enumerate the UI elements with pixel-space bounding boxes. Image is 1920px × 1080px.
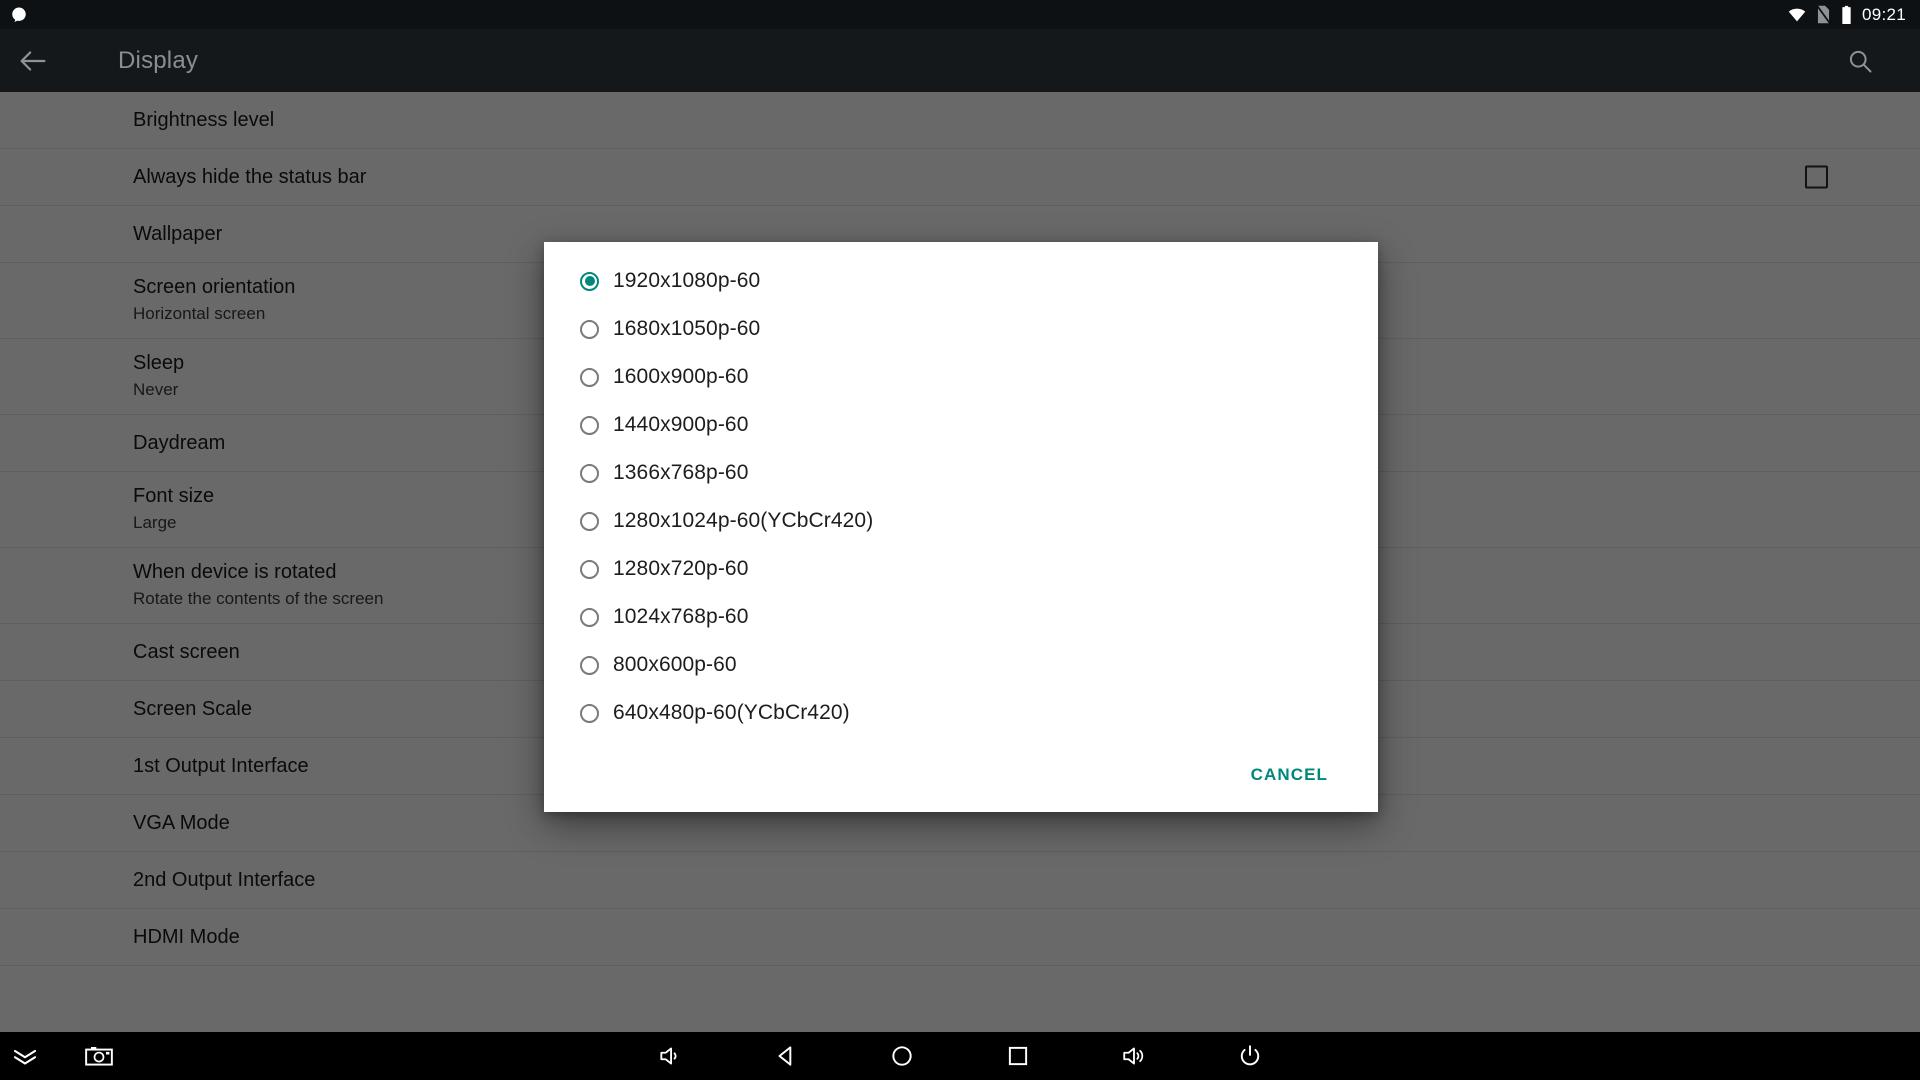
resolution-option[interactable]: 1440x900p-60 [544, 401, 1378, 449]
radio-button-icon[interactable] [580, 511, 599, 531]
action-bar: Display [0, 29, 1920, 92]
settings-row[interactable]: Brightness level [0, 92, 1920, 149]
resolution-option-label: 1440x900p-60 [613, 413, 749, 436]
android-display-settings-screen: 09:21 Display Brightness level Always hid… [0, 0, 1920, 1080]
settings-row-title: HDMI Mode [133, 925, 240, 948]
resolution-option-label: 1920x1080p-60 [613, 269, 761, 292]
resolution-option[interactable]: 1680x1050p-60 [544, 305, 1378, 353]
settings-row-title: 2nd Output Interface [133, 868, 316, 891]
power-icon[interactable] [1237, 1043, 1263, 1069]
navigation-bar [0, 1032, 1920, 1080]
radio-button-icon[interactable] [580, 271, 599, 291]
resolution-option-label: 1366x768p-60 [613, 461, 749, 484]
settings-row-checkbox[interactable] [1805, 165, 1828, 189]
back-arrow-icon[interactable] [16, 44, 50, 78]
settings-row-title: VGA Mode [133, 811, 230, 834]
resolution-option-list: 1920x1080p-60 1680x1050p-60 1600x900p-60 14… [544, 242, 1378, 738]
resolution-picker-dialog: 1920x1080p-60 1680x1050p-60 1600x900p-60 14… [544, 242, 1378, 812]
resolution-option-label: 1280x1024p-60(YCbCr420) [613, 509, 874, 532]
resolution-option[interactable]: 640x480p-60(YCbCr420) [544, 689, 1378, 737]
status-bar-clock: 09:21 [1861, 4, 1906, 24]
notification-blob-icon [12, 7, 26, 22]
page-title: Display [118, 46, 199, 74]
resolution-option-label: 640x480p-60(YCbCr420) [613, 701, 850, 724]
nav-left-group [0, 1041, 114, 1071]
radio-button-icon[interactable] [580, 415, 599, 435]
screenshot-camera-icon[interactable] [84, 1041, 114, 1071]
status-bar-system-icons: 09:21 [1787, 5, 1906, 25]
resolution-option-label: 1600x900p-60 [613, 365, 749, 388]
resolution-option[interactable]: 1366x768p-60 [544, 449, 1378, 497]
resolution-option-label: 800x600p-60 [613, 653, 737, 676]
resolution-option[interactable]: 1280x1024p-60(YCbCr420) [544, 497, 1378, 545]
resolution-option-label: 1280x720p-60 [613, 557, 749, 580]
radio-button-icon[interactable] [580, 655, 599, 675]
home-icon[interactable] [889, 1043, 915, 1069]
sim-card-off-icon [1816, 5, 1831, 24]
radio-button-icon[interactable] [580, 367, 599, 387]
resolution-option[interactable]: 1600x900p-60 [544, 353, 1378, 401]
status-bar-notifications [10, 6, 28, 24]
radio-button-icon[interactable] [580, 463, 599, 483]
cancel-button[interactable]: CANCEL [1243, 755, 1336, 795]
settings-row-title: Brightness level [133, 108, 275, 131]
recents-icon[interactable] [1005, 1043, 1031, 1069]
notification-pulldown-icon[interactable] [10, 1041, 40, 1071]
settings-row[interactable]: HDMI Mode [0, 909, 1920, 966]
resolution-option-label: 1680x1050p-60 [613, 317, 761, 340]
nav-center-group [657, 1043, 1263, 1069]
radio-button-icon[interactable] [580, 703, 599, 723]
dialog-actions: CANCEL [544, 738, 1378, 812]
resolution-option[interactable]: 1024x768p-60 [544, 593, 1378, 641]
settings-row[interactable]: Always hide the status bar [0, 149, 1920, 206]
radio-button-icon[interactable] [580, 559, 599, 579]
settings-row[interactable]: 2nd Output Interface [0, 852, 1920, 909]
search-icon[interactable] [1846, 47, 1874, 75]
settings-row-title: Always hide the status bar [133, 165, 367, 188]
status-bar: 09:21 [0, 0, 1920, 29]
battery-full-icon [1842, 5, 1851, 24]
resolution-option-label: 1024x768p-60 [613, 605, 749, 628]
volume-down-icon[interactable] [657, 1043, 683, 1069]
back-icon[interactable] [773, 1043, 799, 1069]
resolution-option[interactable]: 1280x720p-60 [544, 545, 1378, 593]
volume-up-icon[interactable] [1121, 1043, 1147, 1069]
wifi-icon [1788, 8, 1806, 21]
resolution-option[interactable]: 800x600p-60 [544, 641, 1378, 689]
radio-button-icon[interactable] [580, 607, 599, 627]
radio-button-icon[interactable] [580, 319, 599, 339]
resolution-option[interactable]: 1920x1080p-60 [544, 257, 1378, 305]
